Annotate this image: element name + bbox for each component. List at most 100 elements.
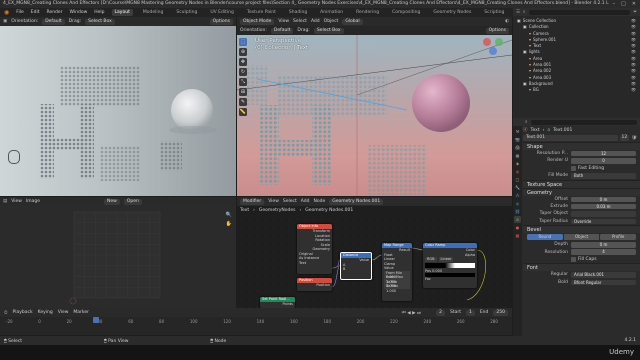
- fill-caps-checkbox[interactable]: [571, 257, 576, 263]
- ramp-interp-dropdown[interactable]: Linear: [438, 257, 454, 262]
- bold-font-selector[interactable]: Bfont Regular: [571, 279, 636, 286]
- minimize-icon[interactable]: –: [613, 0, 616, 8]
- taper-radius-dropdown[interactable]: Override: [571, 218, 636, 225]
- start-frame-field[interactable]: 1: [465, 309, 475, 316]
- breadcrumb-nodetree[interactable]: Geometry Nodes.001: [305, 208, 353, 213]
- regular-font-selector[interactable]: Arial Black.001: [571, 272, 636, 278]
- timeline-menu-marker[interactable]: Marker: [73, 310, 89, 315]
- offset-field[interactable]: 0 m: [571, 196, 636, 202]
- node-tree-selector[interactable]: Geometry Nodes.001: [329, 198, 384, 205]
- viewport-menu-add[interactable]: Add: [311, 19, 320, 24]
- timeline-editor[interactable]: ⏱ Playback Keying View Marker ⏮ ◀ ▶ ⏭ 2 …: [0, 308, 512, 335]
- visibility-eye-icon[interactable]: 👁: [631, 87, 640, 93]
- timeline-type-icon[interactable]: ⏱: [4, 310, 8, 316]
- outliner-item[interactable]: ▾ BG 👁: [513, 87, 640, 93]
- workspace-tab-compositing[interactable]: Compositing: [389, 9, 423, 16]
- measure-icon[interactable]: 📏: [239, 108, 247, 116]
- rotate-icon[interactable]: ↻: [239, 68, 247, 76]
- orientation-dropdown[interactable]: Default: [42, 18, 65, 25]
- timeline-menu-keying[interactable]: Keying: [38, 310, 53, 315]
- fast-editing-checkbox[interactable]: [571, 165, 576, 171]
- timeline-menu-view[interactable]: View: [58, 310, 69, 315]
- font-section-header[interactable]: Font: [523, 263, 640, 272]
- resolution-field[interactable]: 4: [571, 249, 636, 255]
- modifier-tab-icon[interactable]: 🔧: [514, 184, 521, 191]
- render-u-field[interactable]: 0: [571, 158, 636, 164]
- node-canvas[interactable]: Object Info Transform Location Rotation …: [237, 215, 512, 308]
- depth-field[interactable]: 0 m: [571, 242, 636, 248]
- close-icon[interactable]: ✕: [632, 0, 636, 8]
- options-button[interactable]: Options: [209, 18, 233, 25]
- geometry-section-header[interactable]: Geometry: [523, 187, 640, 196]
- shape-section-header[interactable]: Shape: [523, 142, 640, 150]
- menu-help[interactable]: Help: [94, 10, 104, 15]
- ramp-mode-dropdown[interactable]: RGB: [425, 257, 437, 262]
- viewport-menu-view[interactable]: View: [278, 19, 289, 24]
- orientation-dropdown-2[interactable]: Default: [270, 27, 294, 34]
- current-frame-field[interactable]: 2: [436, 309, 445, 316]
- workspace-tab-texture-paint[interactable]: Texture Paint: [244, 9, 279, 16]
- node-field[interactable]: To Max 1.000: [384, 284, 410, 293]
- bevel-tab-profile[interactable]: Profile: [600, 234, 637, 241]
- constraints-tab-icon[interactable]: ⛓: [514, 208, 521, 215]
- breadcrumb-modifier[interactable]: GeometryNodes: [259, 208, 296, 213]
- playhead[interactable]: [93, 317, 99, 323]
- menu-edit[interactable]: Edit: [31, 10, 40, 15]
- view-layer-tab-icon[interactable]: ▦: [514, 152, 521, 159]
- end-frame-field[interactable]: 250: [493, 309, 508, 316]
- workspace-tab-sculpting[interactable]: Sculpting: [173, 9, 200, 16]
- scale-icon[interactable]: ⤡: [239, 78, 247, 86]
- datablock-selector[interactable]: Text.001: [523, 135, 618, 141]
- select-box-icon[interactable]: ⬚: [239, 38, 247, 46]
- tool-tab-icon[interactable]: ⚒: [514, 128, 521, 135]
- datablock-users[interactable]: 12: [619, 135, 630, 141]
- color-ramp-node[interactable]: Color Ramp Color Alpha RGB Linear Pos 0.…: [423, 243, 477, 288]
- extrude-field[interactable]: 0.03 m: [571, 203, 636, 210]
- workspace-tab-scripting[interactable]: Scripting: [481, 9, 507, 16]
- cursor-icon[interactable]: ⊕: [239, 48, 247, 56]
- shading-icon[interactable]: ◐: [505, 19, 509, 24]
- output-tab-icon[interactable]: 🖨: [514, 144, 521, 151]
- texture-space-section-header[interactable]: Texture Space: [523, 179, 640, 188]
- object-tab-icon[interactable]: ▢: [514, 176, 521, 183]
- properties-search-input[interactable]: [530, 119, 637, 125]
- node-menu-node[interactable]: Node: [314, 199, 326, 204]
- physics-tab-icon[interactable]: ◎: [514, 200, 521, 207]
- node-menu-view[interactable]: View: [268, 199, 279, 204]
- viewport-menu-object[interactable]: Object: [324, 19, 339, 24]
- mode-dropdown[interactable]: Object Mode: [240, 18, 275, 25]
- node-menu-add[interactable]: Add: [301, 199, 310, 204]
- transform-orientation-dropdown[interactable]: Global: [342, 18, 363, 25]
- annotate-icon[interactable]: ✎: [239, 98, 247, 106]
- drag-dropdown[interactable]: Select Box: [85, 18, 115, 25]
- editor-type-icon[interactable]: ▣: [3, 19, 7, 24]
- workspace-tab-modeling[interactable]: Modeling: [140, 9, 166, 16]
- render-tab-icon[interactable]: 📷: [514, 136, 521, 143]
- image-menu-view[interactable]: View: [11, 199, 22, 204]
- viewport-menu-select[interactable]: Select: [293, 19, 307, 24]
- node-editor-type-dropdown[interactable]: Modifier: [240, 198, 265, 205]
- image-editor-type-icon[interactable]: ▤: [3, 199, 7, 204]
- breadcrumb-object[interactable]: Text: [240, 208, 249, 213]
- transform-icon[interactable]: ⊞: [239, 88, 247, 96]
- object-info-node[interactable]: Object Info Transform Location Rotation …: [297, 224, 332, 274]
- fill-mode-dropdown[interactable]: Both: [571, 173, 636, 179]
- render-viewport[interactable]: [0, 26, 236, 196]
- outliner-search-icon[interactable]: ⌕: [523, 9, 526, 15]
- 3d-viewport[interactable]: User Perspective (0) Collection | Text: [237, 35, 512, 196]
- image-editor[interactable]: 🔍 ✋: [0, 206, 236, 308]
- taper-object-field[interactable]: [571, 211, 636, 217]
- workspace-tab-rendering[interactable]: Rendering: [353, 9, 382, 16]
- outliner-type-icon[interactable]: ☰: [516, 10, 520, 15]
- workspace-tab-layout[interactable]: Layout: [111, 9, 133, 16]
- maximize-icon[interactable]: □: [621, 0, 626, 8]
- zoom-icon[interactable]: 🔍: [226, 212, 232, 218]
- drag-dropdown-2[interactable]: Select Box: [313, 27, 344, 34]
- workspace-tab-geometry-nodes[interactable]: Geometry Nodes: [430, 9, 474, 16]
- bevel-section-header[interactable]: Bevel: [523, 225, 640, 234]
- outliner-search-input[interactable]: [528, 9, 631, 15]
- data-tab-icon[interactable]: a: [514, 216, 521, 223]
- bevel-tab-round[interactable]: Round: [527, 234, 563, 241]
- resolution-preview-field[interactable]: 12: [571, 150, 636, 157]
- options-button-2[interactable]: Options: [485, 27, 509, 34]
